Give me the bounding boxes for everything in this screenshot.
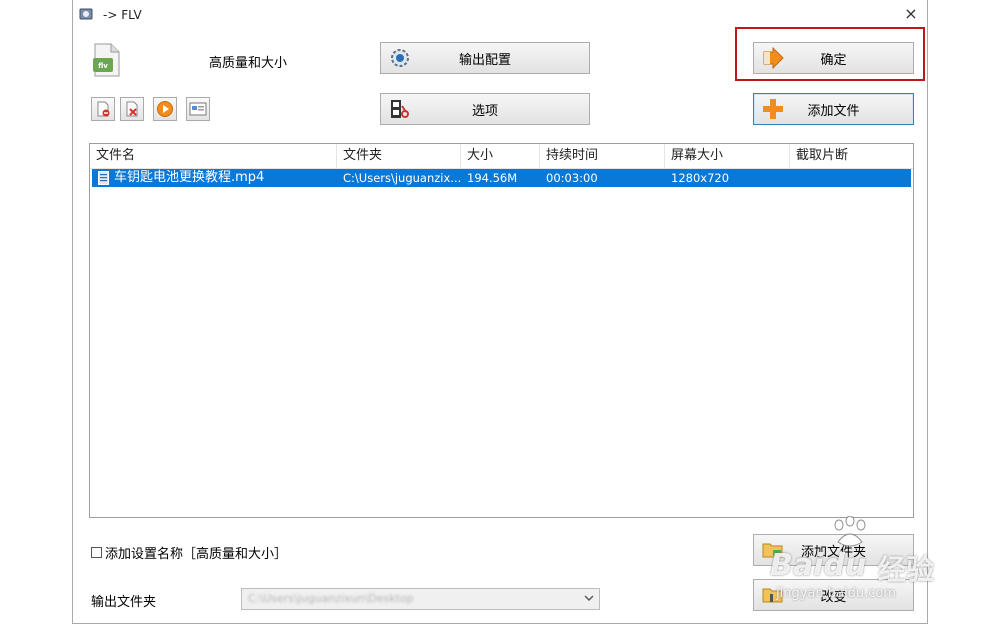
options-button[interactable]: 选项 [380,93,590,125]
output-config-button[interactable]: 输出配置 [380,42,590,74]
cell-screen-size: 1280x720 [671,171,730,185]
output-folder-select[interactable]: C:\Users\juguanzixun\Desktop [241,588,600,610]
play-button[interactable] [153,97,177,121]
window-title: -> FLV [103,8,142,22]
plus-icon [763,99,783,119]
column-header-screen-size[interactable]: 屏幕大小 [665,144,790,168]
output-folder-value: C:\Users\juguanzixun\Desktop [248,592,414,605]
file-list[interactable]: 文件名 文件夹 大小 持续时间 屏幕大小 截取片断 车钥匙电池更换教程.mp4 … [89,143,914,518]
cell-clip [790,169,911,187]
media-info-button[interactable] [186,97,210,121]
column-header-folder[interactable]: 文件夹 [337,144,461,168]
browse-button[interactable]: 改变 [753,579,914,611]
column-header-clip[interactable]: 截取片断 [790,144,913,168]
ok-label: 确定 [820,52,847,68]
column-header-filename[interactable]: 文件名 [90,144,337,168]
svg-text:flv: flv [98,62,108,70]
preset-name: 高质量和大小 [209,56,288,71]
add-folder-label: 添加文件夹 [800,544,866,560]
close-icon[interactable]: × [903,6,919,22]
cell-filename: 车钥匙电池更换教程.mp4 [114,170,265,185]
table-row[interactable]: 车钥匙电池更换教程.mp4 C:\Users\juguanzix... 194.… [92,169,911,187]
cell-size: 194.56M [467,171,518,185]
converter-dialog: -> FLV × flv 高质量和大小 输出配置 选项 确定 添加文件 文件名 … [72,0,928,624]
flv-file-icon: flv [93,43,120,77]
remove-file-icon [97,101,110,117]
clear-list-icon [126,101,138,117]
chevron-down-icon [584,595,594,601]
play-icon [157,101,173,117]
add-folder-button[interactable]: 添加文件夹 [753,534,914,566]
arrow-right-icon [763,47,784,69]
add-setting-name-label: 添加设置名称［高质量和大小］ [105,547,288,562]
folder-open-icon [762,588,783,603]
column-header-duration[interactable]: 持续时间 [540,144,665,168]
add-setting-name-checkbox[interactable] [91,547,102,558]
ok-button[interactable]: 确定 [753,42,914,74]
film-scissors-icon [391,100,409,118]
add-setting-name-option[interactable]: 添加设置名称［高质量和大小］ [91,543,287,562]
add-file-button[interactable]: 添加文件 [753,93,914,125]
add-file-label: 添加文件 [807,103,860,119]
output-folder-label: 输出文件夹 [91,595,157,610]
output-config-label: 输出配置 [458,52,511,68]
cell-duration: 00:03:00 [546,171,598,185]
cell-folder: C:\Users\juguanzix... [343,171,461,185]
folder-add-icon [762,543,783,558]
browse-label: 改变 [820,589,847,605]
file-list-header: 文件名 文件夹 大小 持续时间 屏幕大小 截取片断 [90,144,913,169]
clear-list-button[interactable] [120,97,144,121]
app-icon [79,8,93,20]
gear-icon [391,49,409,67]
remove-file-button[interactable] [91,97,115,121]
media-info-icon [189,102,207,116]
column-header-size[interactable]: 大小 [461,144,540,168]
options-label: 选项 [471,103,498,119]
